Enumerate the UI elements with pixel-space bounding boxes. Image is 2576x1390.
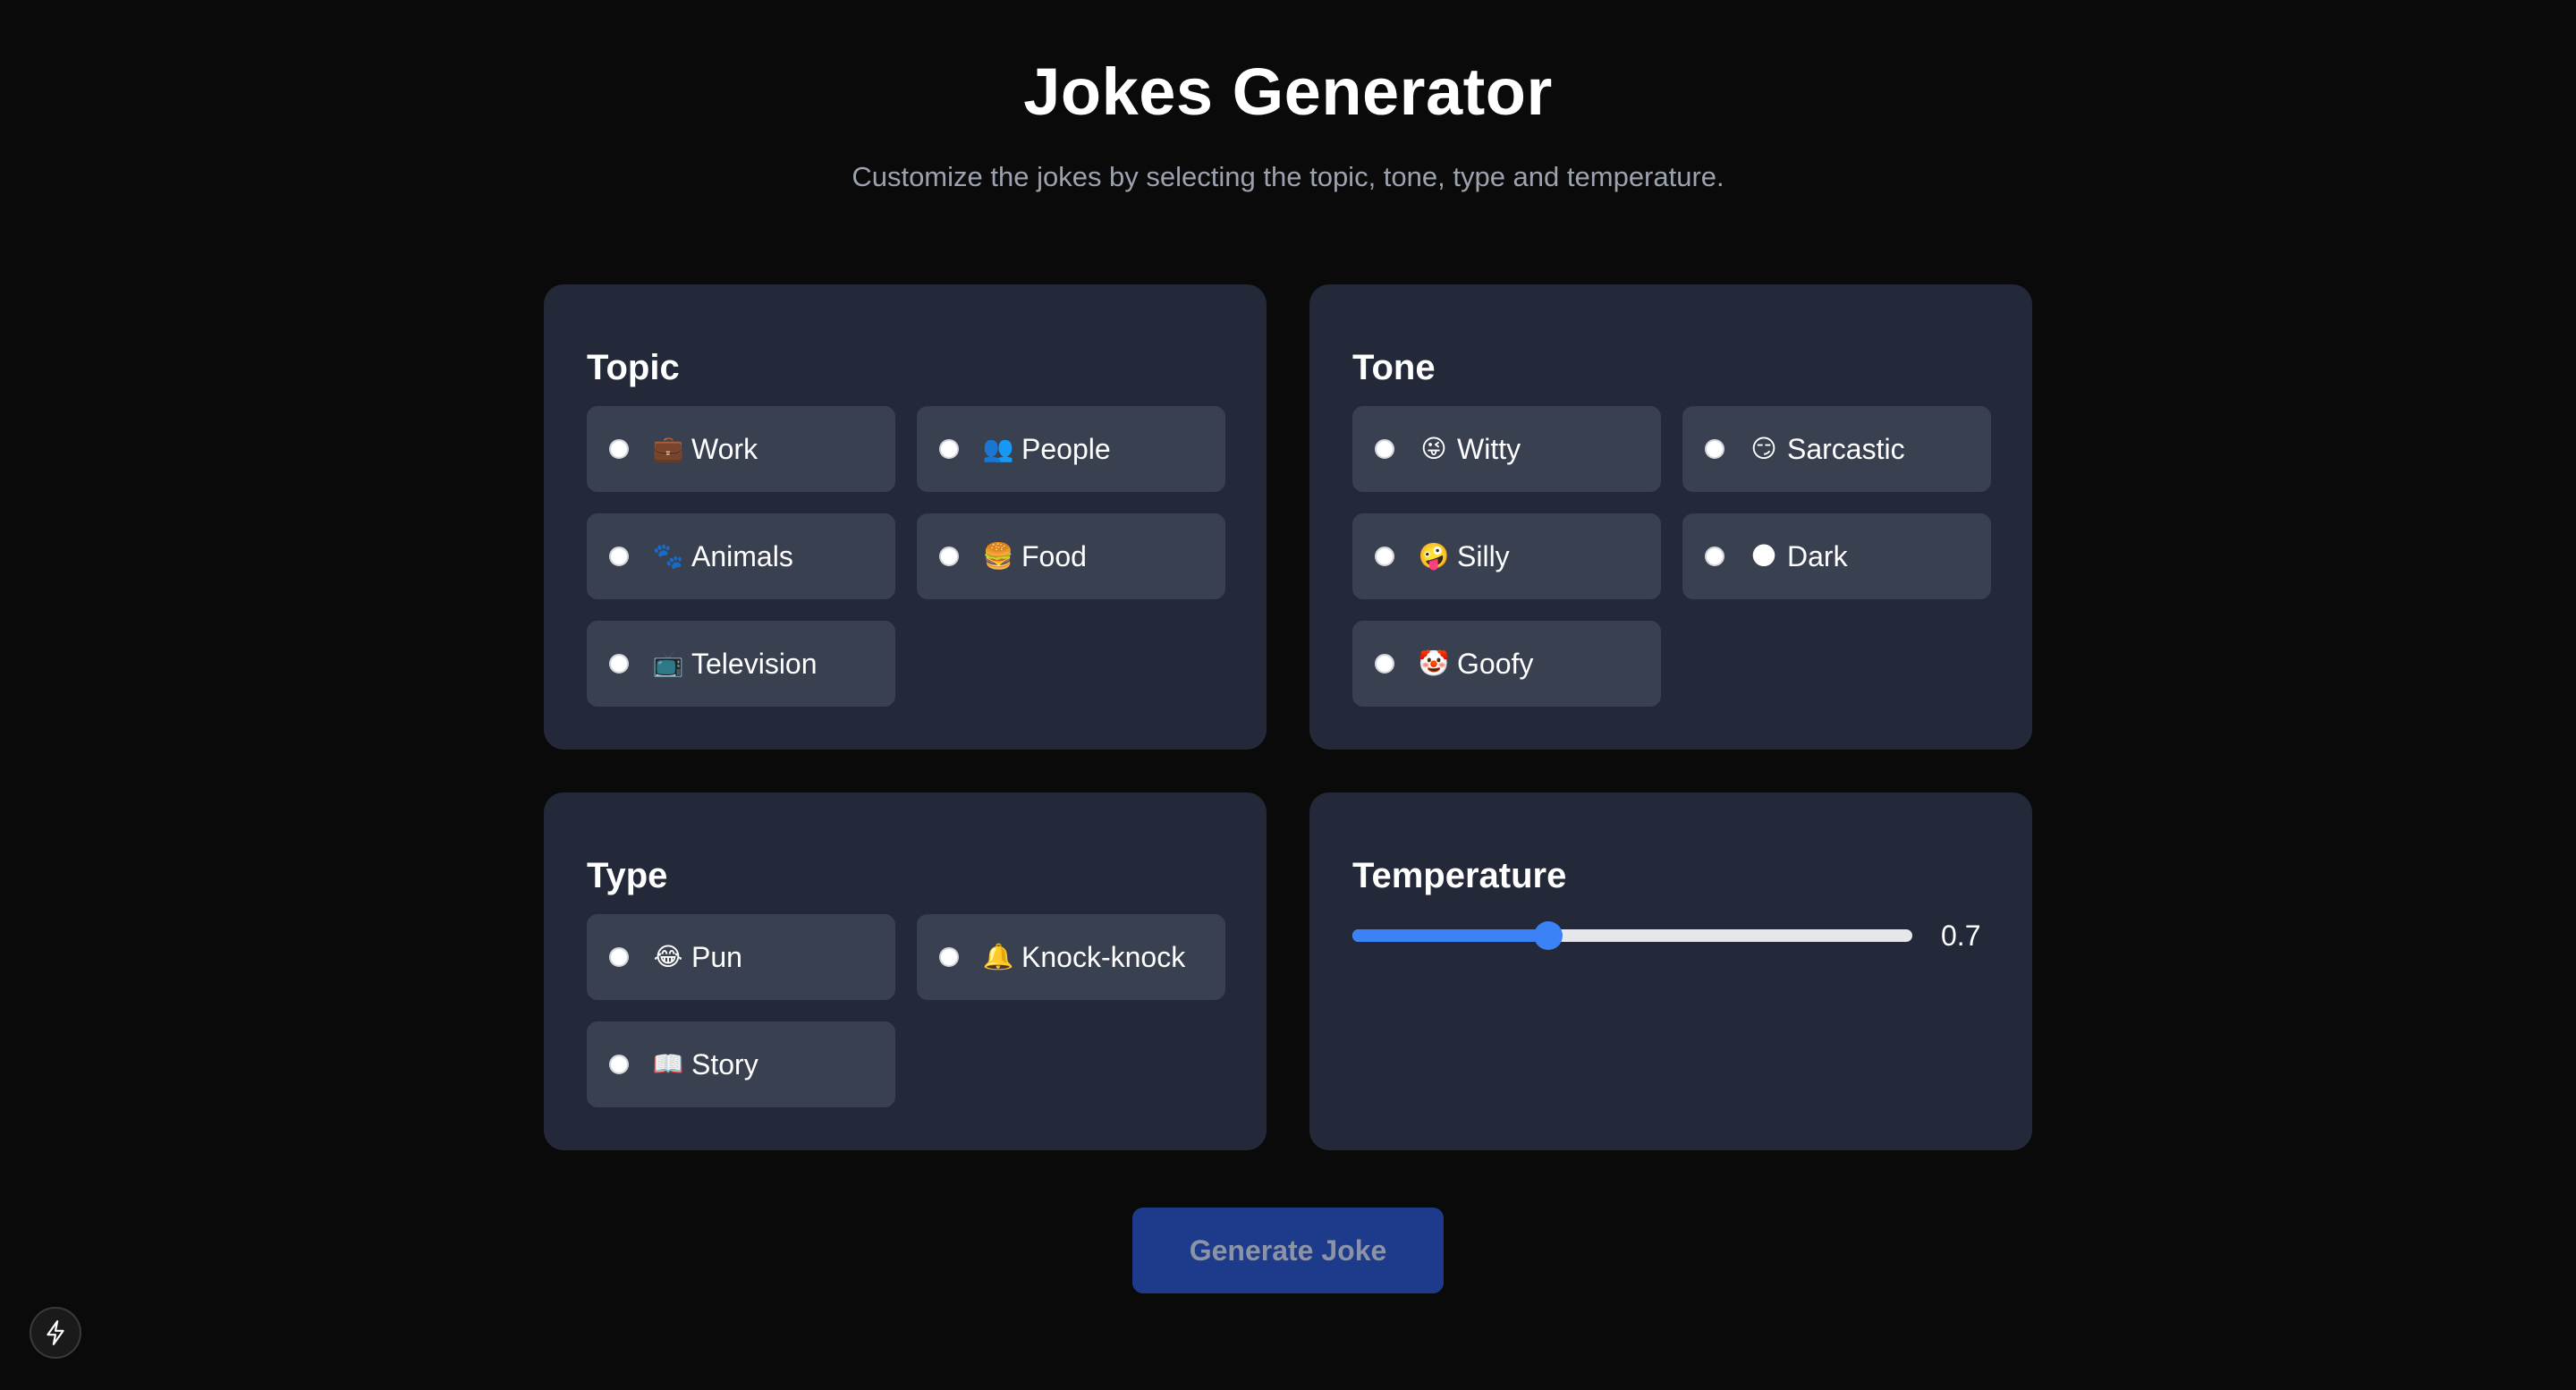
new-moon-icon: 🌑 [1750,541,1777,571]
topic-option-people[interactable]: 👥 People [917,406,1225,492]
radio-button[interactable] [1375,547,1394,566]
slider-thumb[interactable] [1534,921,1563,950]
open-book-icon: 📖 [652,1049,684,1079]
temperature-title: Temperature [1352,856,1567,895]
option-label: Animals [691,540,793,572]
radio-button[interactable] [1705,547,1724,566]
tone-option-silly[interactable]: 🤪 Silly [1352,513,1661,599]
option-label: Knock-knock [1021,941,1186,973]
winking-tongue-face-icon: 😜 [1420,434,1447,463]
topic-option-television[interactable]: 📺 Television [587,621,895,707]
type-card: Type 😂 Pun 🔔 Knock-knock 📖 Story [544,792,1267,1150]
topic-title: Topic [587,348,680,387]
option-label: Television [691,648,818,680]
zany-face-icon: 🤪 [1418,541,1450,571]
radio-button[interactable] [609,1055,629,1074]
topic-card: Topic 💼 Work 👥 People 🐾 Animals 🍔 Food 📺… [544,284,1267,750]
page-subtitle: Customize the jokes by selecting the top… [852,161,1724,192]
tone-option-witty[interactable]: 😜 Witty [1352,406,1661,492]
generate-joke-button[interactable]: Generate Joke [1132,1208,1444,1293]
tone-card: Tone 😜 Witty 😏 Sarcastic 🤪 Silly 🌑 Dark … [1309,284,2032,750]
option-label: Story [691,1048,758,1081]
temperature-card: Temperature [1309,792,2032,1150]
television-icon: 📺 [652,648,684,678]
type-option-pun[interactable]: 😂 Pun [587,914,895,1000]
clown-face-icon: 🤡 [1418,648,1450,678]
option-label: Sarcastic [1787,433,1905,465]
type-title: Type [587,856,668,895]
radio-button[interactable] [609,947,629,967]
people-icon: 👥 [982,434,1014,463]
bell-icon: 🔔 [982,942,1014,971]
devtools-button[interactable] [30,1307,81,1359]
radio-button[interactable] [1375,654,1394,674]
radio-button[interactable] [609,654,629,674]
smirking-face-icon: 😏 [1750,434,1777,463]
radio-button[interactable] [609,547,629,566]
option-label: Dark [1787,540,1848,572]
slider-fill [1352,929,1548,942]
tone-options: 😜 Witty 😏 Sarcastic 🤪 Silly 🌑 Dark 🤡 Goo… [1352,406,1996,707]
option-label: Witty [1457,433,1521,465]
type-option-knock-knock[interactable]: 🔔 Knock-knock [917,914,1225,1000]
tone-option-sarcastic[interactable]: 😏 Sarcastic [1682,406,1991,492]
option-label: Work [691,433,758,465]
briefcase-icon: 💼 [652,434,684,463]
paw-icon: 🐾 [652,541,684,571]
tone-option-goofy[interactable]: 🤡 Goofy [1352,621,1661,707]
type-options: 😂 Pun 🔔 Knock-knock 📖 Story [587,914,1231,1107]
option-label: Food [1021,540,1087,572]
radio-button[interactable] [939,439,959,459]
type-option-story[interactable]: 📖 Story [587,1021,895,1107]
page-title: Jokes Generator [1023,55,1553,129]
option-label: Pun [691,941,742,973]
slider-track[interactable] [1352,929,1912,942]
burger-icon: 🍔 [982,541,1014,571]
radio-button[interactable] [1375,439,1394,459]
radio-button[interactable] [1705,439,1724,459]
topic-option-animals[interactable]: 🐾 Animals [587,513,895,599]
tone-title: Tone [1352,348,1436,387]
laughing-face-icon: 😂 [653,942,683,971]
radio-button[interactable] [939,547,959,566]
topic-option-food[interactable]: 🍔 Food [917,513,1225,599]
radio-button[interactable] [939,947,959,967]
topic-option-work[interactable]: 💼 Work [587,406,895,492]
temperature-value: 0.7 [1941,920,1981,952]
option-label: People [1021,433,1111,465]
option-label: Silly [1457,540,1510,572]
temperature-slider[interactable]: 0.7 [1352,914,1987,959]
lightning-bolt-icon [47,1320,64,1345]
option-label: Goofy [1457,648,1534,680]
topic-options: 💼 Work 👥 People 🐾 Animals 🍔 Food 📺 Telev… [587,406,1231,707]
tone-option-dark[interactable]: 🌑 Dark [1682,513,1991,599]
radio-button[interactable] [609,439,629,459]
